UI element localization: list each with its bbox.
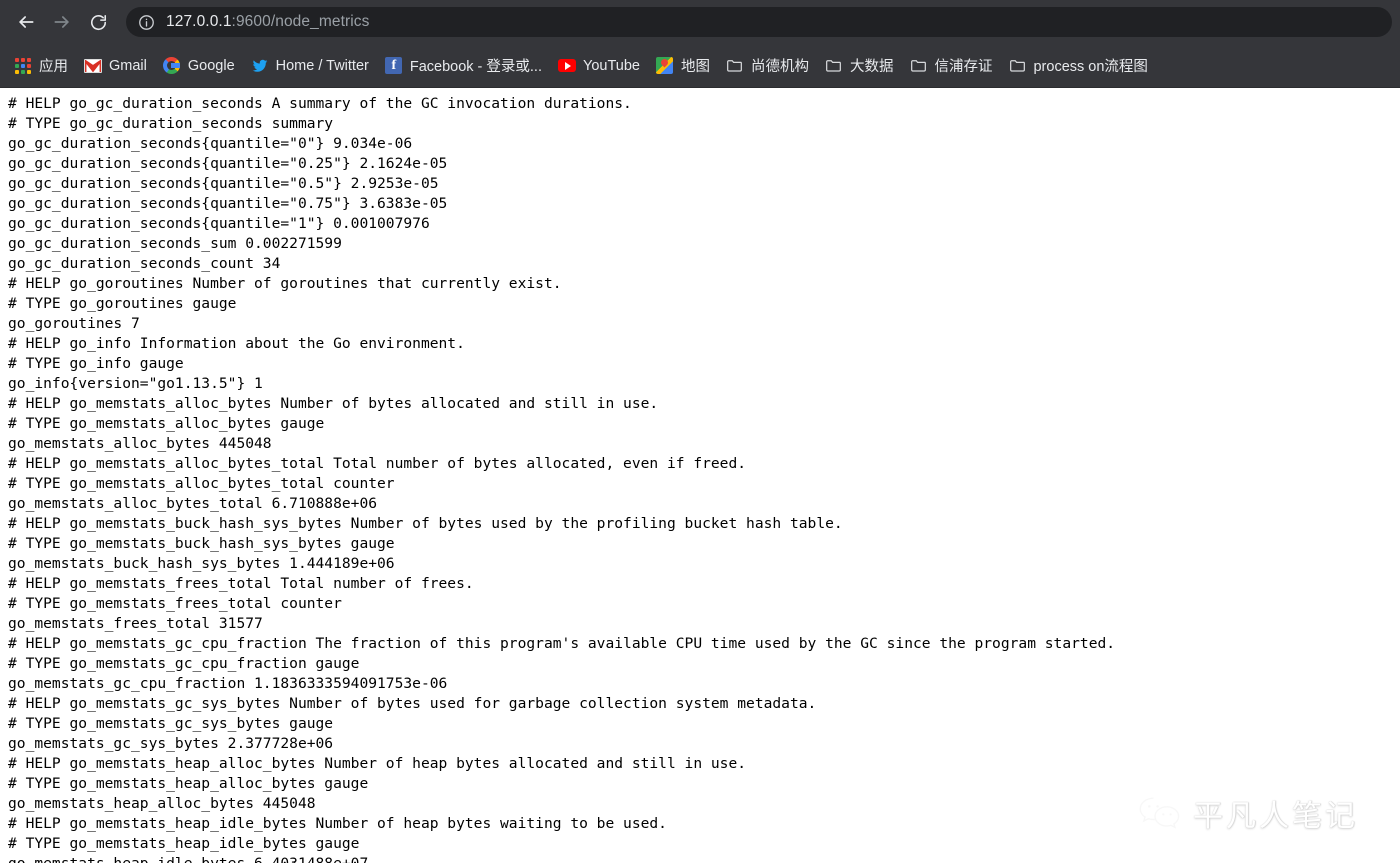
bookmark-label: Gmail <box>109 57 147 74</box>
bookmark-youtube[interactable]: YouTube <box>550 52 648 80</box>
address-bar[interactable]: 127.0.0.1:9600/node_metrics <box>126 7 1392 37</box>
page-viewport[interactable]: # HELP go_gc_duration_seconds A summary … <box>0 88 1400 863</box>
youtube-icon <box>558 57 576 75</box>
metrics-plaintext-body: # HELP go_gc_duration_seconds A summary … <box>8 95 1116 863</box>
bookmark-facebook[interactable]: f Facebook - 登录或... <box>377 52 550 80</box>
bookmark-twitter[interactable]: Home / Twitter <box>243 52 377 80</box>
bookmark-label: Facebook - 登录或... <box>409 59 542 75</box>
forward-arrow-icon <box>52 12 72 32</box>
gmail-icon <box>84 57 102 75</box>
bookmark-apps[interactable]: 应用 <box>6 52 76 80</box>
google-maps-icon <box>656 57 674 75</box>
folder-icon <box>909 57 927 75</box>
forward-button[interactable] <box>46 6 78 38</box>
reload-button[interactable] <box>82 6 114 38</box>
bookmark-label: Google <box>187 57 235 74</box>
bookmark-label: Home / Twitter <box>275 57 369 74</box>
google-icon <box>163 57 181 75</box>
folder-icon <box>726 57 744 75</box>
browser-window: 127.0.0.1:9600/node_metrics 应用 Gmail Goo… <box>0 0 1400 863</box>
twitter-icon <box>251 57 269 75</box>
back-button[interactable] <box>10 6 42 38</box>
bookmark-label: 地图 <box>680 59 710 75</box>
bookmark-folder-shangde[interactable]: 尚德机构 <box>718 52 817 80</box>
bookmark-label: process on流程图 <box>1033 59 1148 75</box>
bookmark-gmail[interactable]: Gmail <box>76 52 155 80</box>
folder-icon <box>1008 57 1026 75</box>
bookmark-label: 信浦存证 <box>934 59 993 75</box>
folder-icon <box>825 57 843 75</box>
browser-toolbar: 127.0.0.1:9600/node_metrics <box>0 0 1400 44</box>
bookmark-folder-bigdata[interactable]: 大数据 <box>817 52 902 80</box>
bookmark-label: 应用 <box>39 59 68 75</box>
url-text: 127.0.0.1:9600/node_metrics <box>166 13 370 31</box>
facebook-icon: f <box>385 57 403 75</box>
bookmark-maps[interactable]: 地图 <box>648 52 718 80</box>
bookmark-google[interactable]: Google <box>155 52 243 80</box>
bookmark-label: 大数据 <box>849 59 894 75</box>
back-arrow-icon <box>16 12 36 32</box>
url-host: 127.0.0.1 <box>166 13 232 30</box>
bookmark-label: 尚德机构 <box>750 59 809 75</box>
bookmark-folder-processon[interactable]: process on流程图 <box>1000 52 1155 80</box>
bookmarks-bar: 应用 Gmail Google Home / Twitter f Faceboo… <box>0 44 1400 88</box>
bookmark-folder-xinpu[interactable]: 信浦存证 <box>901 52 1000 80</box>
bookmark-label: YouTube <box>583 57 640 74</box>
info-circle-icon[interactable] <box>138 14 156 31</box>
apps-grid-icon <box>14 57 32 75</box>
reload-icon <box>89 13 108 32</box>
url-path: :9600/node_metrics <box>231 13 370 30</box>
